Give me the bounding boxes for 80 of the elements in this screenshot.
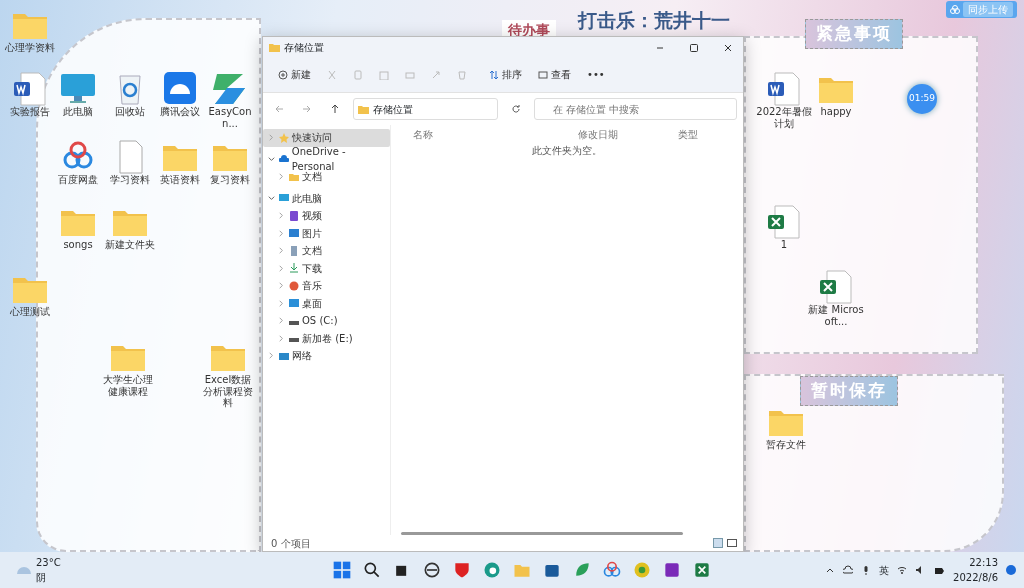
start-icon: [331, 560, 352, 580]
nav-item[interactable]: OS (C:): [263, 312, 390, 330]
empty-folder-message: 此文件夹为空。: [532, 145, 602, 156]
sort-icon: [489, 69, 499, 80]
expand-down-icon[interactable]: [267, 154, 276, 164]
spreadsheet-icon: [765, 203, 803, 239]
video-icon: [289, 210, 299, 221]
fence-label: 紧急事项: [805, 19, 903, 49]
docs-icon: [289, 245, 299, 256]
tiles-view-icon[interactable]: [727, 538, 737, 548]
download-icon: [289, 263, 299, 274]
search-field[interactable]: 在 存储位置 中搜索: [534, 98, 737, 120]
desktop-icon[interactable]: 暂存文件: [758, 403, 814, 451]
rename-icon: [405, 69, 415, 80]
back-icon: [274, 104, 284, 114]
window-title: 存储位置: [284, 40, 324, 55]
language-indicator[interactable]: 英: [879, 562, 890, 578]
desktop-icon[interactable]: 2022年暑假计划: [756, 70, 812, 129]
desktop-icon[interactable]: 心理测试: [2, 270, 58, 318]
more-button[interactable]: •••: [582, 65, 610, 84]
maximize-icon: [688, 41, 700, 54]
nav-item[interactable]: 网络: [263, 347, 390, 365]
nav-item[interactable]: 音乐: [263, 277, 390, 295]
nav-item[interactable]: 新加卷 (E:): [263, 329, 390, 347]
expand-right-icon[interactable]: [267, 133, 276, 143]
pictures-icon: [289, 228, 299, 239]
nav-item[interactable]: 下载: [263, 259, 390, 277]
network-icon: [279, 350, 289, 361]
scrollbar[interactable]: [401, 532, 683, 535]
nav-item[interactable]: 文档: [263, 242, 390, 260]
desktop-icon[interactable]: Excel数据分析课程资料: [200, 338, 256, 409]
column-header[interactable]: 名称: [391, 126, 556, 142]
delete-icon: [457, 69, 467, 80]
sort-button[interactable]: 排序: [484, 65, 527, 84]
view-button[interactable]: 查看: [533, 65, 576, 84]
expand-down-icon[interactable]: [267, 193, 276, 203]
battery-icon[interactable]: [933, 565, 946, 575]
desktop-icon[interactable]: 新建 Microsoft...: [808, 268, 864, 327]
nav-item[interactable]: 桌面: [263, 294, 390, 312]
refresh-icon: [511, 104, 521, 114]
notification-icon[interactable]: [1006, 565, 1016, 575]
nav-item[interactable]: 图片: [263, 224, 390, 242]
desktop-icon[interactable]: 1: [756, 203, 812, 251]
rings-icon: [601, 560, 622, 580]
forward-icon: [302, 104, 312, 114]
desktop-icon[interactable]: 心理学资料: [2, 6, 58, 54]
nav-item[interactable]: 此电脑: [263, 189, 390, 207]
star-icon: [279, 132, 289, 143]
item-count: 0 个项目: [271, 536, 312, 551]
paste-icon: [379, 69, 389, 80]
folder-icon: [269, 42, 280, 52]
folder-icon: [289, 171, 299, 182]
music-icon: [289, 280, 299, 291]
nav-item[interactable]: 视频: [263, 207, 390, 225]
desktop-icon[interactable]: 大学生心理健康课程: [100, 338, 156, 397]
temperature: 23°C: [36, 556, 61, 570]
fence-label: 暂时保存: [800, 376, 898, 406]
folder-icon: [358, 104, 369, 114]
word-document-icon: [765, 70, 803, 106]
cut-icon: [327, 69, 337, 80]
column-header[interactable]: 类型: [656, 126, 716, 142]
pc-icon: [279, 193, 289, 204]
new-icon: [278, 69, 288, 80]
nav-item[interactable]: 快速访问: [263, 129, 390, 147]
banner-title: 打击乐：荒井十一: [578, 8, 730, 33]
spreadsheet-icon: [817, 268, 855, 304]
expand-right-icon[interactable]: [277, 172, 286, 182]
share-icon: [431, 69, 441, 80]
details-view-icon[interactable]: [713, 538, 723, 548]
weather-condition: 阴: [36, 571, 47, 585]
view-icon: [538, 69, 548, 80]
clock[interactable]: 22:13 2022/8/6: [953, 555, 998, 585]
desktop-icon: [289, 298, 299, 309]
new-button[interactable]: 新建: [273, 65, 316, 84]
address-bar[interactable]: 存储位置: [353, 98, 498, 120]
up-arrow-icon: [330, 104, 340, 114]
copy-icon: [353, 69, 363, 80]
wifi-icon[interactable]: [897, 565, 908, 575]
column-header[interactable]: 修改日期: [556, 126, 656, 142]
cloud-app-icon: [161, 70, 199, 106]
